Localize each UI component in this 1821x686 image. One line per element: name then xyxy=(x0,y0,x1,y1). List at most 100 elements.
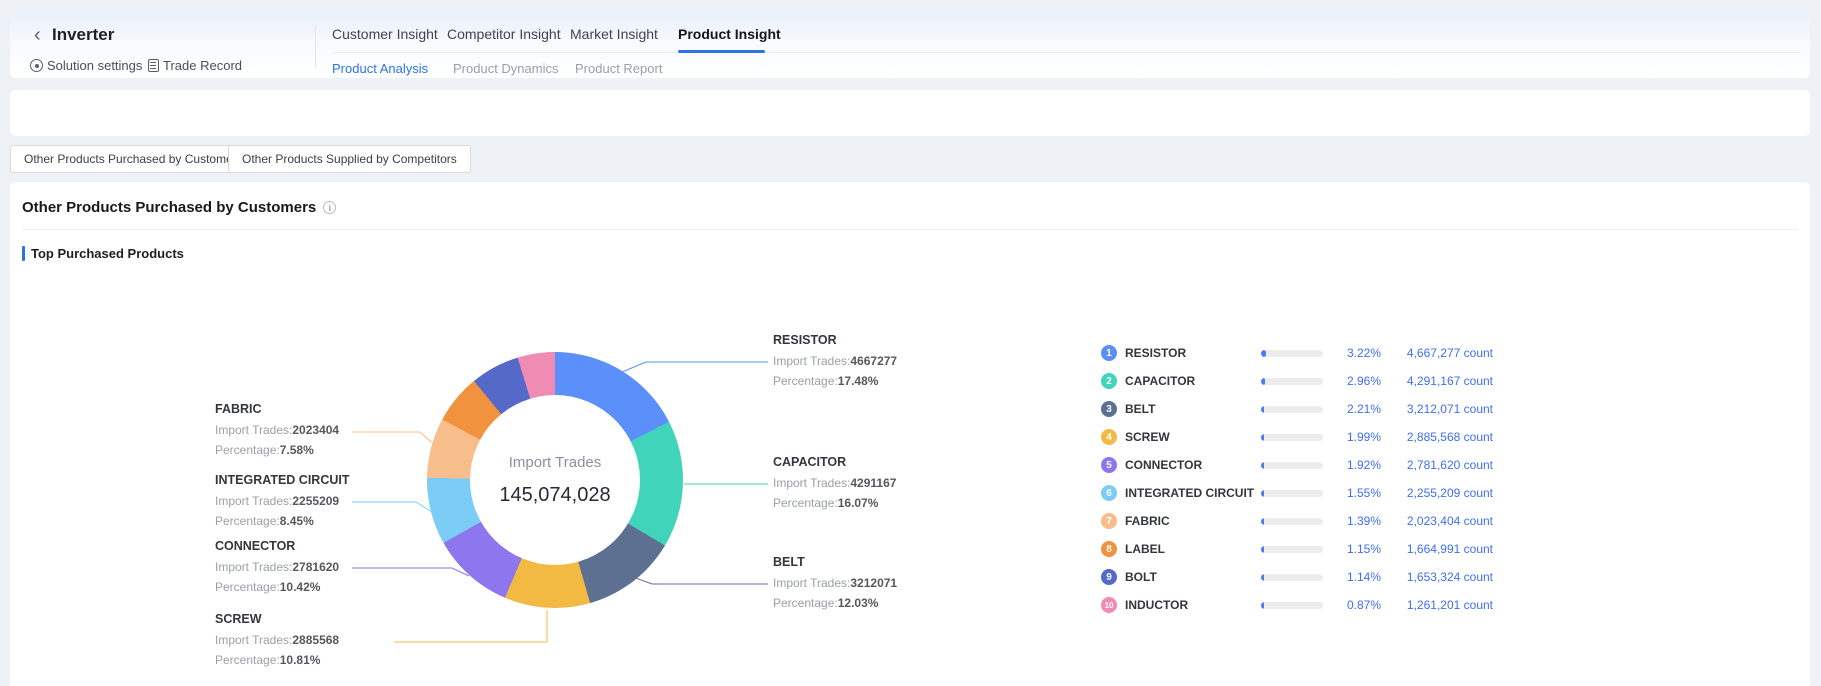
legend-progress-bar xyxy=(1261,574,1323,581)
solution-settings-label: Solution settings xyxy=(47,58,142,73)
legend-progress-bar xyxy=(1261,406,1323,413)
rank-badge: 9 xyxy=(1101,569,1117,585)
legend-product-name: FABRIC xyxy=(1125,514,1261,528)
legend-share-percent: 1.39% xyxy=(1323,514,1381,528)
legend-share-percent: 1.15% xyxy=(1323,542,1381,556)
legend-count: 4,291,167 count xyxy=(1381,374,1493,388)
legend-row[interactable]: 4 SCREW 1.99% 2,885,568 count xyxy=(1101,423,1499,451)
trade-record-link[interactable]: Trade Record xyxy=(148,58,242,73)
tab-product-insight[interactable]: Product Insight xyxy=(678,26,781,42)
donut-center-label: Import Trades xyxy=(509,454,602,471)
callout-import-trades: Import Trades:2255209 xyxy=(215,494,350,508)
section-title-text: Other Products Purchased by Customers xyxy=(22,199,316,216)
target-circle-icon xyxy=(30,59,43,72)
callout-import-trades: Import Trades:4291167 xyxy=(773,476,896,490)
callout-percentage: Percentage:10.42% xyxy=(215,580,339,594)
tab-market-insight[interactable]: Market Insight xyxy=(570,26,658,42)
callout-product-name: RESISTOR xyxy=(773,333,897,347)
legend-share-percent: 1.14% xyxy=(1323,570,1381,584)
filter-purchased-by-customers-button[interactable]: Other Products Purchased by Customers xyxy=(10,145,257,173)
toolbar-band: Product Overview Product Price Analysis … xyxy=(10,90,1810,136)
legend-row[interactable]: 2 CAPACITOR 2.96% 4,291,167 count xyxy=(1101,367,1499,395)
legend-row[interactable]: 7 FABRIC 1.39% 2,023,404 count xyxy=(1101,507,1499,535)
filter-supplied-by-competitors-button[interactable]: Other Products Supplied by Competitors xyxy=(228,145,471,173)
rank-badge: 2 xyxy=(1101,373,1117,389)
callout-product-name: CAPACITOR xyxy=(773,455,896,469)
legend-product-name: RESISTOR xyxy=(1125,346,1261,360)
legend-progress-bar xyxy=(1261,518,1323,525)
info-icon[interactable]: i xyxy=(323,201,336,214)
donut-center: Import Trades 145,074,028 xyxy=(470,395,640,565)
callout-percentage: Percentage:17.48% xyxy=(773,374,897,388)
legend-count: 3,212,071 count xyxy=(1381,402,1493,416)
legend-share-percent: 0.87% xyxy=(1323,598,1381,612)
header-divider xyxy=(315,26,316,68)
legend-share-percent: 1.55% xyxy=(1323,486,1381,500)
legend-product-name: LABEL xyxy=(1125,542,1261,556)
callout-label: BELT Import Trades:3212071 Percentage:12… xyxy=(773,555,897,616)
callout-percentage: Percentage:8.45% xyxy=(215,514,350,528)
callout-product-name: CONNECTOR xyxy=(215,539,339,553)
back-icon[interactable]: ‹ xyxy=(34,24,41,47)
legend-row[interactable]: 6 INTEGRATED CIRCUIT 1.55% 2,255,209 cou… xyxy=(1101,479,1499,507)
nav-divider-line xyxy=(332,52,1800,53)
legend-product-name: CONNECTOR xyxy=(1125,458,1261,472)
legend-row[interactable]: 1 RESISTOR 3.22% 4,667,277 count xyxy=(1101,339,1499,367)
callout-import-trades: Import Trades:2023404 xyxy=(215,423,339,437)
legend-row[interactable]: 9 BOLT 1.14% 1,653,324 count xyxy=(1101,563,1499,591)
solution-settings-link[interactable]: Solution settings xyxy=(30,58,142,73)
legend-progress-bar xyxy=(1261,602,1323,609)
callout-product-name: FABRIC xyxy=(215,402,339,416)
legend-share-percent: 1.92% xyxy=(1323,458,1381,472)
subtitle-accent-bar xyxy=(22,246,25,261)
subtab-product-report[interactable]: Product Report xyxy=(575,61,662,76)
subtitle-text: Top Purchased Products xyxy=(31,246,184,261)
legend-row[interactable]: 3 BELT 2.21% 3,212,071 count xyxy=(1101,395,1499,423)
callout-label: RESISTOR Import Trades:4667277 Percentag… xyxy=(773,333,897,394)
legend-product-name: INTEGRATED CIRCUIT xyxy=(1125,486,1261,500)
callout-label: INTEGRATED CIRCUIT Import Trades:2255209… xyxy=(215,473,350,534)
section-divider xyxy=(22,229,1798,230)
rank-badge: 8 xyxy=(1101,541,1117,557)
rank-badge: 10 xyxy=(1101,597,1117,613)
callout-label: SCREW Import Trades:2885568 Percentage:1… xyxy=(215,612,339,673)
page-title: Inverter xyxy=(52,25,114,45)
rank-badge: 4 xyxy=(1101,429,1117,445)
legend-progress-bar xyxy=(1261,462,1323,469)
trade-record-label: Trade Record xyxy=(163,58,242,73)
legend-product-name: BOLT xyxy=(1125,570,1261,584)
legend-progress-bar xyxy=(1261,490,1323,497)
donut-chart[interactable]: Import Trades 145,074,028 xyxy=(427,352,683,608)
tab-competitor-insight[interactable]: Competitor Insight xyxy=(447,26,561,42)
legend-product-name: INDUCTOR xyxy=(1125,598,1261,612)
callout-import-trades: Import Trades:4667277 xyxy=(773,354,897,368)
screen: ‹ Inverter Solution settings Trade Recor… xyxy=(0,0,1821,686)
rank-badge: 7 xyxy=(1101,513,1117,529)
document-icon xyxy=(148,59,159,72)
legend-count: 1,261,201 count xyxy=(1381,598,1493,612)
callout-product-name: INTEGRATED CIRCUIT xyxy=(215,473,350,487)
legend-progress-bar xyxy=(1261,546,1323,553)
legend-count: 2,885,568 count xyxy=(1381,430,1493,444)
callout-percentage: Percentage:7.58% xyxy=(215,443,339,457)
legend-count: 2,781,620 count xyxy=(1381,458,1493,472)
legend-row[interactable]: 10 INDUCTOR 0.87% 1,261,201 count xyxy=(1101,591,1499,619)
callout-import-trades: Import Trades:2885568 xyxy=(215,633,339,647)
legend-row[interactable]: 8 LABEL 1.15% 1,664,991 count xyxy=(1101,535,1499,563)
legend-share-percent: 1.99% xyxy=(1323,430,1381,444)
legend-row[interactable]: 5 CONNECTOR 1.92% 2,781,620 count xyxy=(1101,451,1499,479)
callout-percentage: Percentage:12.03% xyxy=(773,596,897,610)
callout-import-trades: Import Trades:2781620 xyxy=(215,560,339,574)
subtab-product-analysis[interactable]: Product Analysis xyxy=(332,61,428,76)
rank-badge: 1 xyxy=(1101,345,1117,361)
callout-label: CONNECTOR Import Trades:2781620 Percenta… xyxy=(215,539,339,600)
subtab-product-dynamics[interactable]: Product Dynamics xyxy=(453,61,558,76)
callout-label: CAPACITOR Import Trades:4291167 Percenta… xyxy=(773,455,896,516)
callout-label: FABRIC Import Trades:2023404 Percentage:… xyxy=(215,402,339,463)
legend-share-percent: 2.96% xyxy=(1323,374,1381,388)
chart-subtitle: Top Purchased Products xyxy=(22,246,184,261)
legend-count: 1,664,991 count xyxy=(1381,542,1493,556)
ranked-legend-list: 1 RESISTOR 3.22% 4,667,277 count 2 CAPAC… xyxy=(1101,339,1499,619)
tab-customer-insight[interactable]: Customer Insight xyxy=(332,26,438,42)
callout-product-name: SCREW xyxy=(215,612,339,626)
